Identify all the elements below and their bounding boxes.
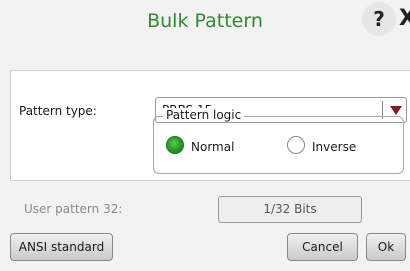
bulk-pattern-dialog: Bulk Pattern ? X Pattern type: PRBS 15 P… <box>0 0 410 271</box>
dialog-title: Bulk Pattern <box>147 10 263 32</box>
close-icon[interactable]: X <box>399 2 410 36</box>
radio-normal-label[interactable]: Normal <box>191 140 234 154</box>
radio-normal[interactable] <box>166 136 184 154</box>
help-icon[interactable]: ? <box>362 2 396 36</box>
ansi-standard-button[interactable]: ANSI standard <box>10 233 113 261</box>
cancel-button[interactable]: Cancel <box>287 233 358 261</box>
radio-inverse-label[interactable]: Inverse <box>312 140 356 154</box>
radio-inverse[interactable] <box>287 136 305 154</box>
pattern-logic-legend: Pattern logic <box>163 108 245 122</box>
ok-button[interactable]: Ok <box>366 233 406 261</box>
dropdown-arrow-icon[interactable] <box>390 106 402 115</box>
user-pattern-label: User pattern 32: <box>24 202 123 216</box>
pattern-type-label: Pattern type: <box>19 104 97 118</box>
user-pattern-bits-field[interactable]: 1/32 Bits <box>218 196 362 223</box>
